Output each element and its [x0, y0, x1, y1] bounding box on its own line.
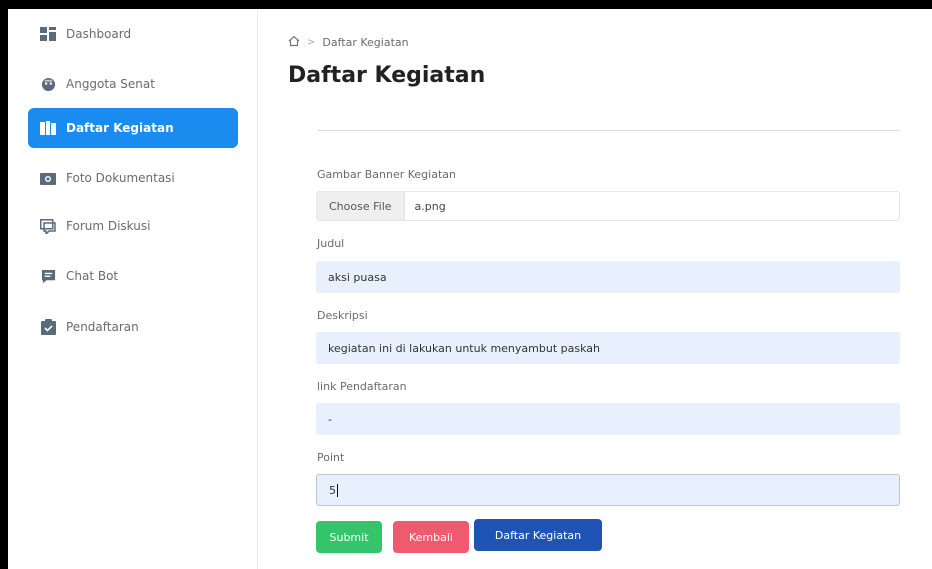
breadcrumb: > Daftar Kegiatan — [288, 35, 409, 50]
kembali-button[interactable]: Kembali — [393, 521, 469, 553]
sidebar-item-forum-diskusi[interactable]: Forum Diskusi — [28, 206, 238, 246]
book-icon — [40, 120, 56, 136]
user-face-icon — [40, 76, 56, 92]
sidebar-item-label: Foto Dokumentasi — [66, 171, 175, 185]
message-bot-icon — [40, 268, 56, 284]
point-value: 5 — [329, 483, 336, 497]
chat-icon — [40, 218, 56, 234]
sidebar-item-chat-bot[interactable]: Chat Bot — [28, 256, 238, 296]
left-border — [0, 0, 8, 569]
judul-label: Judul — [317, 237, 345, 250]
divider — [318, 130, 900, 131]
submit-button[interactable]: Submit — [316, 521, 382, 553]
sidebar-item-label: Chat Bot — [66, 269, 119, 283]
sidebar-item-foto-dokumentasi[interactable]: Foto Dokumentasi — [28, 158, 238, 198]
sidebar-item-label: Forum Diskusi — [66, 219, 151, 233]
sidebar-item-daftar-kegiatan[interactable]: Daftar Kegiatan — [28, 108, 238, 148]
home-icon[interactable] — [288, 35, 300, 50]
app-window: Dashboard Anggota Senat Daftar Kegiatan … — [0, 0, 932, 569]
sidebar-item-pendaftaran[interactable]: Pendaftaran — [28, 307, 238, 347]
deskripsi-input[interactable]: kegiatan ini di lakukan untuk menyambut … — [316, 332, 900, 364]
sidebar: Dashboard Anggota Senat Daftar Kegiatan … — [8, 9, 258, 569]
link-label: link Pendaftaran — [317, 380, 407, 393]
sidebar-item-label: Anggota Senat — [66, 77, 155, 91]
deskripsi-value: kegiatan ini di lakukan untuk menyambut … — [328, 341, 600, 355]
main-content: > Daftar Kegiatan Daftar Kegiatan Gambar… — [260, 9, 932, 569]
dashboard-icon — [40, 26, 56, 42]
point-input[interactable]: 5 — [316, 474, 900, 506]
breadcrumb-separator: > — [307, 37, 316, 48]
sidebar-item-label: Dashboard — [66, 27, 132, 41]
sidebar-item-label: Daftar Kegiatan — [66, 121, 174, 135]
sidebar-item-label: Pendaftaran — [66, 320, 139, 334]
text-caret — [337, 483, 338, 497]
page-title: Daftar Kegiatan — [288, 63, 486, 88]
breadcrumb-current: Daftar Kegiatan — [322, 36, 409, 49]
point-label: Point — [317, 451, 345, 464]
sidebar-item-anggota-senat[interactable]: Anggota Senat — [28, 64, 238, 104]
file-name: a.png — [414, 199, 446, 213]
camera-icon — [40, 170, 56, 186]
banner-file-input[interactable]: Choose File a.png — [316, 191, 900, 221]
banner-label: Gambar Banner Kegiatan — [317, 168, 456, 181]
daftar-kegiatan-button[interactable]: Daftar Kegiatan — [474, 519, 602, 551]
judul-input[interactable]: aksi puasa — [316, 261, 900, 293]
deskripsi-label: Deskripsi — [317, 309, 368, 322]
choose-file-button[interactable]: Choose File — [317, 192, 405, 220]
link-value: - — [328, 412, 332, 426]
judul-value: aksi puasa — [328, 270, 387, 284]
sidebar-item-dashboard[interactable]: Dashboard — [28, 14, 238, 54]
link-input[interactable]: - — [316, 403, 900, 435]
top-border — [0, 0, 932, 9]
clipboard-icon — [40, 319, 56, 335]
